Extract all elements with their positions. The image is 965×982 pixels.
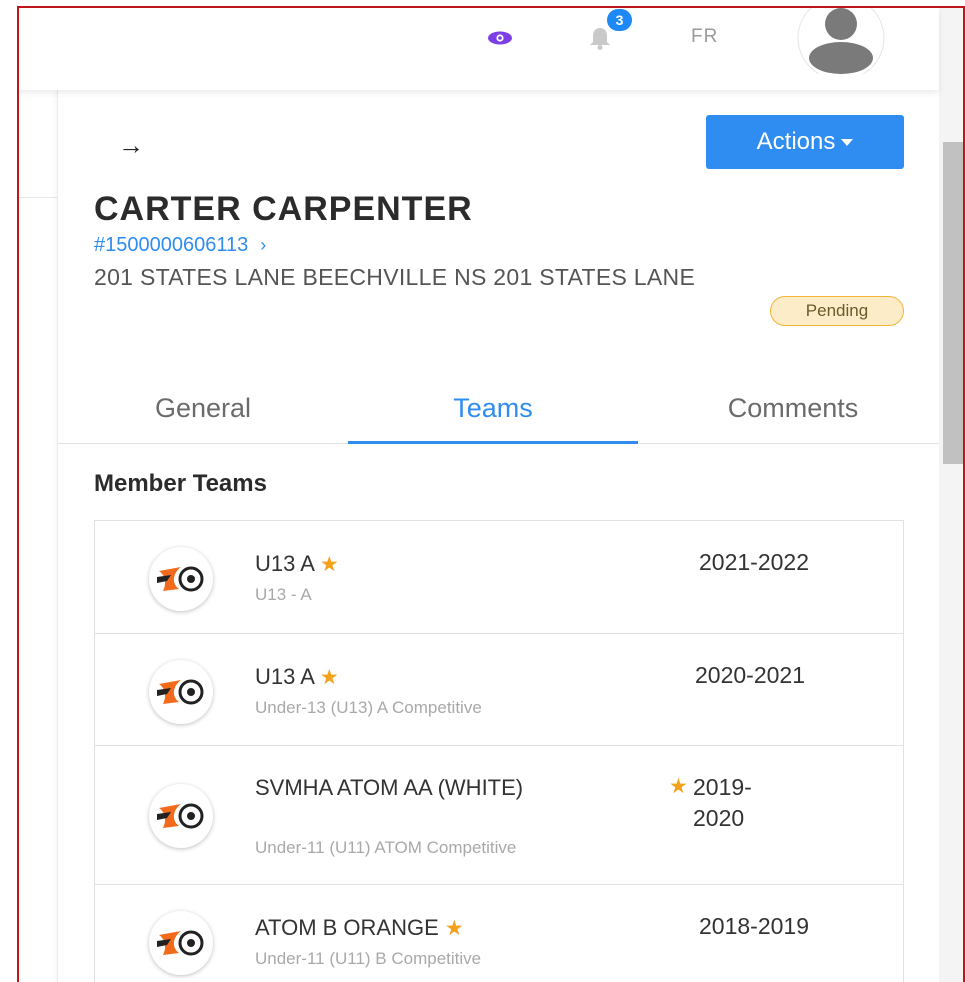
tab-bar: General Teams Comments — [58, 386, 940, 444]
team-season: 2018-2019 — [699, 913, 809, 939]
team-season: 2021-2022 — [699, 549, 809, 575]
team-row[interactable]: ATOM B ORANGE ★ Under-11 (U11) B Competi… — [95, 885, 903, 982]
left-panel-edge — [19, 90, 57, 198]
team-logo — [149, 784, 213, 848]
team-logo — [149, 911, 213, 975]
top-header: 3 FR — [19, 8, 939, 90]
actions-label: Actions — [756, 128, 836, 155]
member-name: CARTER CARPENTER — [94, 190, 473, 228]
team-row[interactable]: U13 A ★ U13 - A 2021-2022 — [95, 521, 903, 634]
star-icon: ★ — [319, 553, 339, 576]
team-name-line: ATOM B ORANGE ★ — [255, 915, 464, 941]
tab-general[interactable]: General — [58, 386, 348, 444]
team-name: U13 A — [255, 551, 314, 576]
caret-down-icon — [841, 139, 854, 147]
notification-badge[interactable]: 3 — [607, 9, 632, 31]
tab-comments[interactable]: Comments — [648, 386, 938, 444]
member-address: 201 STATES LANE BEECHVILLE NS 201 STATES… — [94, 264, 696, 290]
avatar[interactable] — [797, 8, 885, 74]
avatar-icon — [797, 8, 885, 74]
section-title: Member Teams — [94, 470, 267, 497]
team-season: 2019-2020 — [693, 774, 752, 831]
eye-icon[interactable] — [487, 31, 513, 45]
member-id-link[interactable]: #1500000606113 › — [94, 234, 266, 257]
actions-button[interactable]: Actions — [706, 115, 904, 169]
star-icon: ★ — [319, 666, 339, 689]
team-name: U13 A — [255, 664, 314, 689]
team-list: U13 A ★ U13 - A 2021-2022 U13 A ★ Under-… — [94, 520, 904, 982]
team-description: Under-11 (U11) B Competitive — [255, 949, 482, 968]
team-name: SVMHA ATOM AA (WHITE) — [255, 775, 524, 800]
team-name: ATOM B ORANGE — [255, 915, 439, 940]
app-frame: 3 FR → Actions CARTER CARPENTER #1500000… — [17, 6, 965, 982]
team-logo — [149, 660, 213, 724]
member-card: → Actions CARTER CARPENTER #150000060611… — [57, 90, 940, 982]
tab-teams[interactable]: Teams — [348, 386, 638, 444]
language-switch[interactable]: FR — [691, 26, 718, 48]
team-description: Under-11 (U11) ATOM Competitive — [255, 838, 517, 857]
team-row[interactable]: U13 A ★ Under-13 (U13) A Competitive 202… — [95, 634, 903, 746]
bell-icon[interactable] — [587, 25, 613, 51]
team-name-line: U13 A ★ — [255, 551, 339, 577]
team-season: 2020-2021 — [695, 662, 805, 688]
team-name-line: U13 A ★ — [255, 664, 339, 690]
team-description: Under-13 (U13) A Competitive — [255, 698, 482, 717]
scrollbar-thumb[interactable] — [943, 142, 963, 464]
status-badge: Pending — [770, 296, 904, 326]
arrow-right-icon[interactable]: → — [118, 130, 144, 161]
star-icon: ★ — [444, 917, 464, 940]
team-description: U13 - A — [255, 585, 312, 604]
member-id: #1500000606113 — [94, 234, 249, 256]
team-logo — [149, 547, 213, 611]
chevron-right-icon: › — [260, 235, 267, 255]
star-icon: ★ — [669, 775, 688, 798]
team-row[interactable]: SVMHA ATOM AA (WHITE) Under-11 (U11) ATO… — [95, 746, 903, 885]
